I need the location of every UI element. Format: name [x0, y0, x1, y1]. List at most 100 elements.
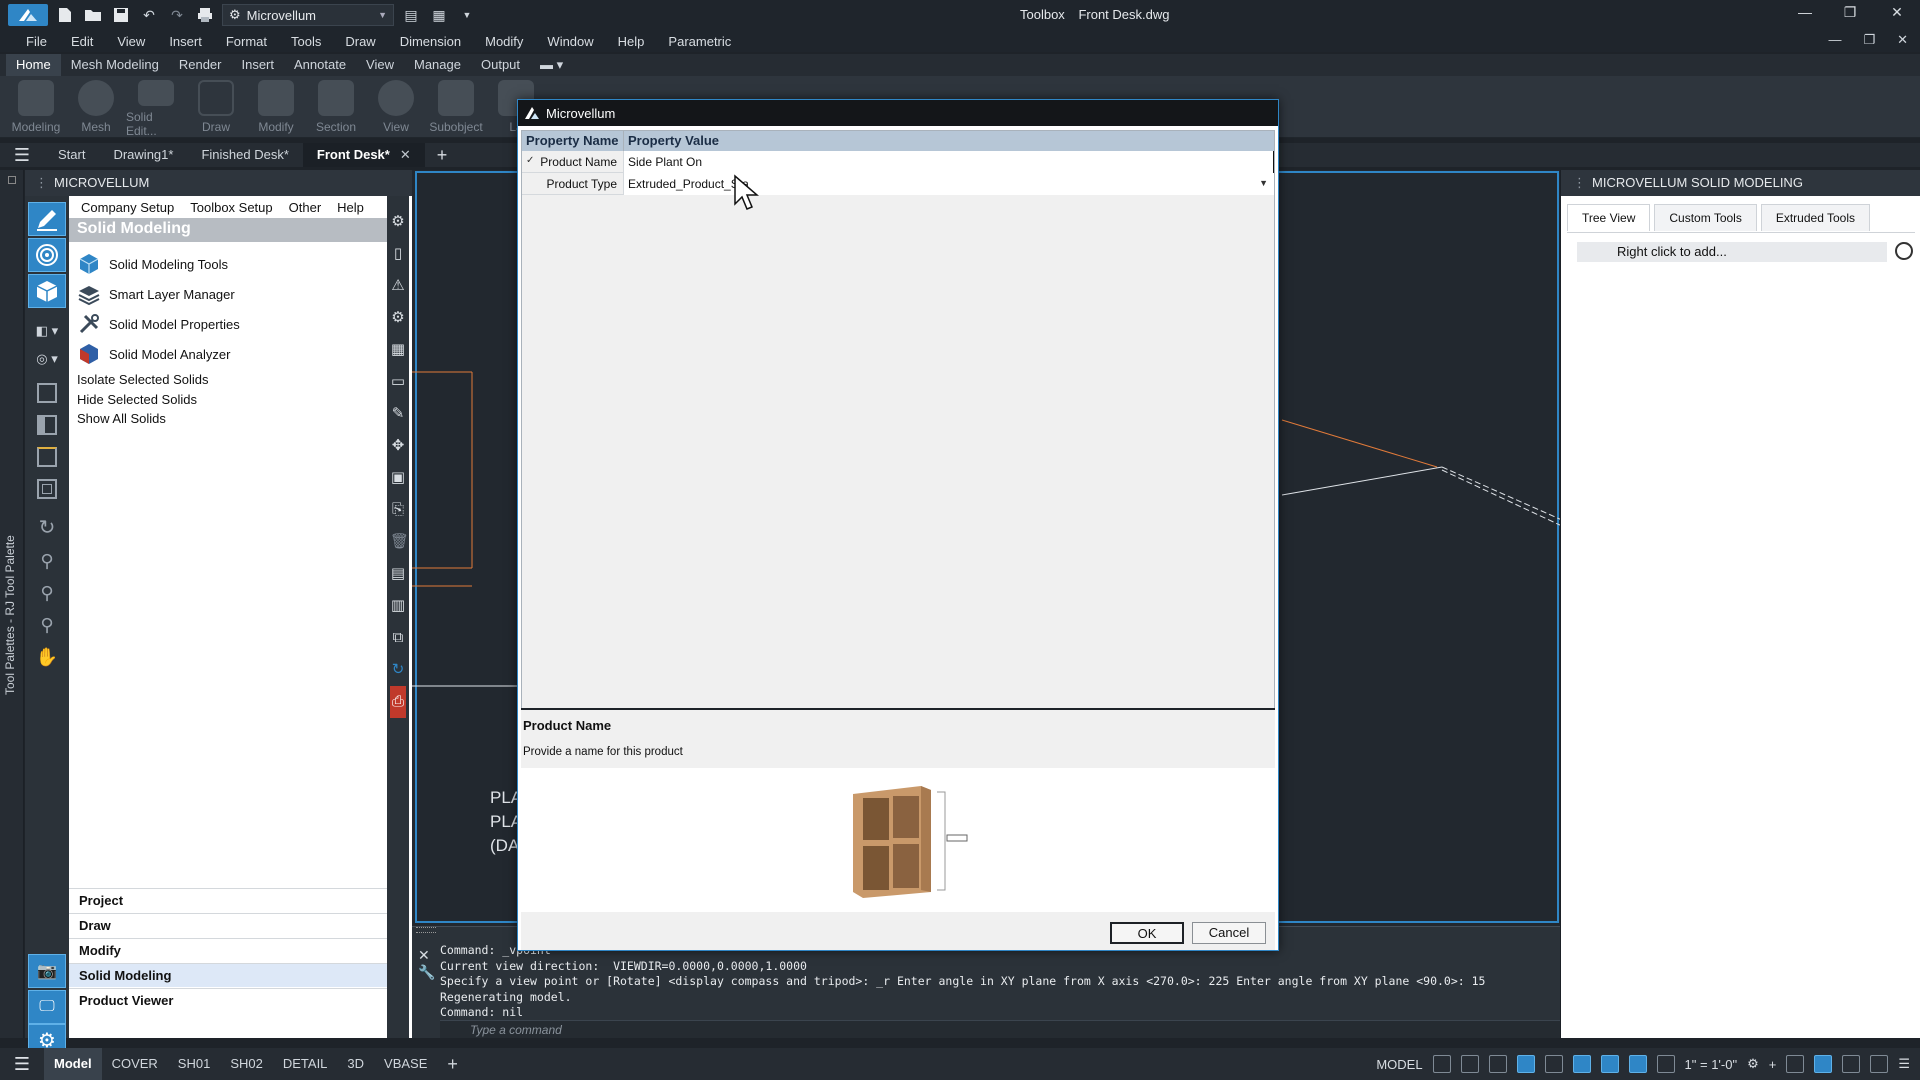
- print-icon[interactable]: [194, 4, 216, 26]
- doc-minimize-icon[interactable]: —: [1828, 32, 1841, 48]
- object-snap-icon[interactable]: [1600, 1055, 1619, 1073]
- minimize-icon[interactable]: —: [1790, 4, 1820, 26]
- clean-screen-icon[interactable]: [1870, 1055, 1889, 1073]
- mv-menu-toolbox-setup[interactable]: Toolbox Setup: [182, 200, 280, 215]
- ortho-icon[interactable]: [1488, 1055, 1507, 1073]
- pen-icon[interactable]: ✎: [390, 398, 406, 430]
- solid-model-properties-item[interactable]: Solid Model Properties: [77, 310, 240, 338]
- category-project[interactable]: Project: [69, 888, 408, 912]
- camera-button[interactable]: 📷: [28, 954, 66, 988]
- close-command-icon[interactable]: ✕: [418, 947, 435, 964]
- document-icon[interactable]: ▯: [390, 238, 406, 270]
- new-part-tool-icon[interactable]: [28, 440, 66, 474]
- zoom-window-tool-icon[interactable]: ⚲: [28, 576, 66, 610]
- property-row-product-name[interactable]: ✓ Product Name Side Plant On: [522, 151, 1274, 173]
- category-modify[interactable]: Modify: [69, 938, 408, 962]
- workspace-select[interactable]: ⚙ Microvellum ▼: [222, 4, 394, 26]
- command-grip-icon[interactable]: [416, 927, 436, 933]
- category-draw[interactable]: Draw: [69, 913, 408, 937]
- undo-icon[interactable]: ↶: [138, 4, 160, 26]
- ribbon-tab-mesh-modeling[interactable]: Mesh Modeling: [61, 54, 169, 76]
- grid-icon[interactable]: [1432, 1055, 1451, 1073]
- ribbon-section-button[interactable]: Section: [306, 76, 366, 138]
- pdf-icon[interactable]: ⎙: [390, 686, 406, 718]
- doc-tab-drawing1[interactable]: Drawing1*: [99, 143, 187, 167]
- layout-tab-sh01[interactable]: SH01: [168, 1048, 221, 1080]
- ribbon-view-button[interactable]: View: [366, 76, 426, 138]
- layout-tab-3d[interactable]: 3D: [337, 1048, 374, 1080]
- tab-tree-view[interactable]: Tree View: [1567, 204, 1651, 231]
- layout-tab-sh02[interactable]: SH02: [220, 1048, 273, 1080]
- display-button[interactable]: 🖵: [28, 990, 66, 1024]
- palette-close-icon[interactable]: [8, 176, 16, 184]
- menu-insert[interactable]: Insert: [157, 34, 214, 49]
- mv-menu-company-setup[interactable]: Company Setup: [73, 200, 182, 215]
- ribbon-tab-view[interactable]: View: [356, 54, 404, 76]
- model-space-label[interactable]: MODEL: [1376, 1057, 1422, 1072]
- layout-icon[interactable]: ▥: [390, 590, 406, 622]
- show-all-solids-link[interactable]: Show All Solids: [77, 411, 166, 426]
- ribbon-modify-button[interactable]: Modify: [246, 76, 306, 138]
- target-dropdown-button[interactable]: ◎ ▾: [28, 342, 66, 376]
- units-icon[interactable]: [1786, 1055, 1805, 1073]
- layout-tab-vbase[interactable]: VBASE: [374, 1048, 437, 1080]
- trash-icon[interactable]: 🗑: [390, 526, 409, 558]
- doc-tab-start[interactable]: Start: [44, 143, 99, 167]
- hide-selected-solids-link[interactable]: Hide Selected Solids: [77, 392, 197, 407]
- menu-edit[interactable]: Edit: [59, 34, 105, 49]
- plot-icon[interactable]: ▦: [428, 4, 450, 26]
- zoom-tool-icon[interactable]: ⚲: [28, 544, 66, 578]
- product-type-select[interactable]: Extruded_Product_Sta ▼: [624, 173, 1274, 195]
- move-icon[interactable]: ✥: [390, 430, 406, 462]
- isolate-selected-solids-link[interactable]: Isolate Selected Solids: [77, 372, 209, 387]
- menu-draw[interactable]: Draw: [333, 34, 387, 49]
- open-folder-icon[interactable]: [82, 4, 104, 26]
- pan-tool-icon[interactable]: ✋: [28, 640, 66, 674]
- qat-dropdown-icon[interactable]: ▼: [456, 4, 478, 26]
- grip-icon[interactable]: ⋮: [35, 175, 48, 190]
- ribbon-tab-insert[interactable]: Insert: [231, 54, 284, 76]
- hamburger-icon[interactable]: ☰: [0, 145, 44, 166]
- app-menu-button[interactable]: [8, 4, 48, 26]
- menu-tools[interactable]: Tools: [279, 34, 333, 49]
- new-file-icon[interactable]: [54, 4, 76, 26]
- ribbon-tab-annotate[interactable]: Annotate: [284, 54, 356, 76]
- new-tab-icon[interactable]: +: [425, 145, 460, 166]
- ribbon-tab-manage[interactable]: Manage: [404, 54, 471, 76]
- nested-part-tool-icon[interactable]: [28, 472, 66, 506]
- smart-layer-manager-item[interactable]: Smart Layer Manager: [77, 280, 235, 308]
- ribbon-solid-edit-button[interactable]: Solid Edit...: [126, 76, 186, 138]
- resize-icon[interactable]: ⧉: [390, 622, 406, 654]
- layout-tab-cover[interactable]: COVER: [102, 1048, 168, 1080]
- dialog-title-bar[interactable]: Microvellum: [518, 100, 1278, 126]
- annotation-scale[interactable]: 1" = 1'-0": [1685, 1057, 1738, 1072]
- doc-restore-icon[interactable]: ❐: [1863, 32, 1875, 48]
- doc-tab-front-desk[interactable]: Front Desk* ✕: [302, 143, 425, 167]
- isodraft-icon[interactable]: [1544, 1055, 1563, 1073]
- wrench-icon[interactable]: 🔧: [418, 964, 435, 981]
- menu-modify[interactable]: Modify: [473, 34, 535, 49]
- page-icon[interactable]: ▭: [390, 366, 406, 398]
- menu-parametric[interactable]: Parametric: [656, 34, 743, 49]
- grip-icon[interactable]: ⋮: [1573, 175, 1586, 190]
- ribbon-draw-button[interactable]: Draw: [186, 76, 246, 138]
- snap-icon[interactable]: [1460, 1055, 1479, 1073]
- large-gear-icon[interactable]: ⚙: [390, 302, 406, 334]
- auto-scale-icon[interactable]: [1656, 1055, 1675, 1073]
- mv-menu-help[interactable]: Help: [329, 200, 372, 215]
- solid-modeling-tools-item[interactable]: Solid Modeling Tools: [77, 250, 228, 278]
- ribbon-tab-output[interactable]: Output: [471, 54, 530, 76]
- close-icon[interactable]: ✕: [1882, 4, 1912, 26]
- grid-table-icon[interactable]: ▦: [390, 334, 406, 366]
- add-layout-icon[interactable]: +: [437, 1048, 468, 1080]
- category-product-viewer[interactable]: Product Viewer: [69, 988, 408, 1012]
- property-row-product-type[interactable]: Product Type Extruded_Product_Sta ▼: [522, 173, 1274, 195]
- polar-icon[interactable]: [1516, 1055, 1535, 1073]
- ribbon-display-toggle[interactable]: ▬ ▾: [530, 54, 573, 76]
- layout-tab-detail[interactable]: DETAIL: [273, 1048, 338, 1080]
- command-input[interactable]: Type a command: [440, 1020, 1560, 1038]
- ribbon-tab-home[interactable]: Home: [6, 54, 61, 76]
- orbit-tool-icon[interactable]: ↻: [28, 510, 66, 544]
- copy-icon[interactable]: ⎘: [390, 494, 406, 526]
- zoom-extents-tool-icon[interactable]: ⚲: [28, 608, 66, 642]
